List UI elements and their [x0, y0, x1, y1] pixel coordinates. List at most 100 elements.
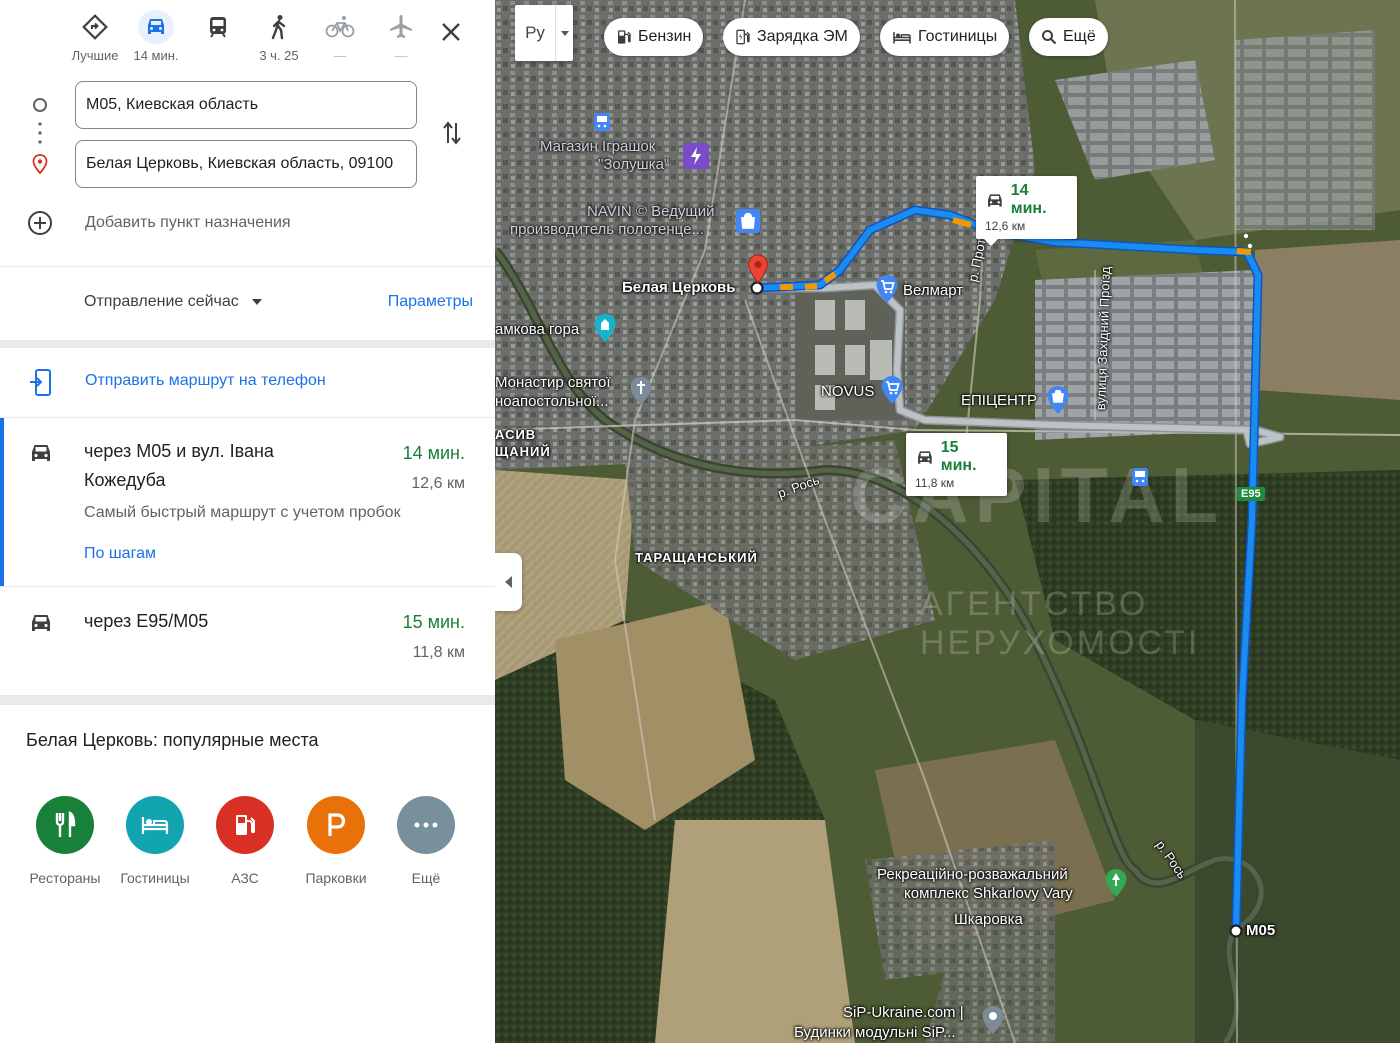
callout-time: 15 мин. [940, 439, 977, 474]
mode-label: 14 мин. [133, 48, 179, 63]
destination-input[interactable] [75, 140, 417, 188]
satellite-map[interactable]: CAPITAL АГЕНТСТВО НЕРУХОМОСТІ [495, 0, 1400, 1043]
category-label: Гостиницы [120, 870, 190, 886]
origin-circle-icon [32, 97, 48, 118]
poi-label: Рекреаційно-розважальний [877, 866, 1068, 883]
fast-route-callout[interactable]: 14 мин. 12,6 км [976, 176, 1077, 246]
mode-bike[interactable]: — [305, 10, 375, 63]
chip-more[interactable]: Ещё [1029, 18, 1108, 56]
departure-time-dropdown[interactable]: Отправление сейчас [84, 293, 263, 311]
chip-gas[interactable]: Бензин [604, 18, 704, 56]
waypoints-section: Добавить пункт назначения [0, 80, 495, 250]
e95-road-shield: E95 [1237, 487, 1265, 501]
grocery-pin-icon[interactable] [875, 274, 899, 309]
chip-label: Бензин [638, 28, 692, 45]
gas-station-icon [618, 30, 631, 44]
more-icon [397, 796, 455, 854]
recreation-pin-icon[interactable] [1104, 868, 1128, 903]
poi-label: SiP-Ukraine.com | [843, 1004, 964, 1021]
category-label: Ещё [411, 870, 441, 886]
category-label: Рестораны [29, 870, 101, 886]
district-label: АСИВ [495, 427, 537, 442]
chip-hotels[interactable]: Гостиницы [880, 18, 1010, 56]
map-layer-language-button[interactable]: Ру [515, 5, 573, 61]
category-parking-button[interactable]: Парковки [291, 796, 381, 886]
route-steps-link[interactable]: По шагам [84, 545, 156, 563]
car-icon [988, 193, 1002, 207]
category-label: Парковки [305, 870, 367, 886]
poi-label: ЕПІЦЕНТР [961, 392, 1038, 409]
add-destination-button[interactable]: Добавить пункт назначения [27, 210, 291, 236]
route-via: через М05 и вул. Івана Кожедуба [84, 441, 274, 490]
mode-transit[interactable] [183, 10, 253, 48]
chip-label: Гостиницы [918, 28, 998, 45]
close-icon [442, 23, 460, 41]
route-via: через E95/M05 [84, 611, 209, 631]
chevron-left-icon [504, 576, 512, 588]
send-to-phone-row[interactable]: Отправить маршрут на телефон [0, 348, 495, 418]
close-directions-button[interactable] [437, 18, 465, 46]
shopping-pin-icon[interactable] [735, 208, 761, 239]
poi-label: амкова гора [495, 321, 580, 338]
bike-icon [320, 10, 360, 44]
m05-road-label: M05 [1246, 922, 1276, 939]
toy-store-pin-icon[interactable] [682, 142, 710, 175]
poi-label: "Золушка" [598, 156, 670, 173]
category-restaurants-button[interactable]: Рестораны [20, 796, 110, 886]
mode-flight[interactable]: — [366, 10, 436, 63]
poi-label: Будинки модульні SiP... [794, 1024, 956, 1041]
poi-label: производитель полотенце... [510, 221, 704, 238]
route-time: 14 мин. [402, 443, 465, 463]
route-description: Самый быстрый маршрут с учетом пробок [84, 504, 401, 521]
maps-directions-screen: Лучшие 14 мин. 3 ч. 25 — — М05, Киевская… [0, 0, 1400, 1043]
mode-label: — [394, 48, 408, 63]
poi-label: NOVUS [821, 383, 875, 400]
ev-charging-icon [736, 29, 750, 45]
route-dots-icon [38, 121, 42, 154]
village-label: Шкаровка [954, 911, 1023, 928]
landmark-pin-icon[interactable] [593, 313, 617, 348]
category-more-button[interactable]: Ещё [381, 796, 471, 886]
chip-ev-charging[interactable]: Зарядка ЭМ [723, 18, 860, 56]
hotel-icon [126, 796, 184, 854]
mode-best[interactable]: Лучшие [60, 10, 130, 63]
section-divider [0, 695, 495, 705]
flight-icon [381, 10, 421, 44]
collapse-panel-button[interactable] [495, 553, 522, 611]
gas-station-icon [216, 796, 274, 854]
church-pin-icon[interactable] [629, 376, 653, 411]
route-options-link[interactable]: Параметры [388, 293, 473, 311]
route-option-1[interactable]: через М05 и вул. Івана Кожедуба 14 мин. … [0, 418, 495, 586]
shopping-pin-icon[interactable] [1046, 385, 1070, 420]
transit-stop-icon[interactable] [1131, 467, 1149, 492]
mode-walk[interactable]: 3 ч. 25 [244, 10, 314, 63]
grocery-pin-icon[interactable] [880, 375, 904, 410]
mode-car[interactable]: 14 мин. [121, 10, 191, 63]
transit-icon [198, 10, 238, 44]
poi-label: комплекс Shkarlovy Vary [904, 885, 1073, 902]
alt-route-callout[interactable]: 15 мин. 11,8 км [906, 433, 1007, 496]
popular-places-title: Белая Церковь: популярные места [26, 730, 319, 750]
callout-tail [984, 239, 998, 246]
add-destination-label: Добавить пункт назначения [85, 214, 291, 231]
mode-label: 3 ч. 25 [259, 48, 299, 63]
swap-waypoints-button[interactable] [440, 118, 464, 148]
car-icon [918, 450, 932, 464]
destination-pin-icon [32, 154, 48, 179]
caret-down-icon [251, 299, 262, 305]
category-gas-stations-button[interactable]: АЗС [200, 796, 290, 886]
route-distance: 11,8 км [412, 644, 465, 661]
car-icon [28, 612, 54, 639]
divider [0, 266, 495, 267]
destination-pin-icon[interactable] [747, 254, 769, 289]
send-to-phone-icon [28, 368, 54, 403]
category-label: АЗС [231, 870, 259, 886]
callout-time: 14 мин. [1010, 182, 1047, 217]
route-option-2[interactable]: через E95/M05 15 мин. 11,8 км [0, 587, 495, 695]
chip-label: Зарядка ЭМ [757, 28, 848, 45]
poi-label: Велмарт [903, 282, 964, 299]
category-hotels-button[interactable]: Гостиницы [110, 796, 200, 886]
business-pin-icon[interactable] [981, 1005, 1005, 1040]
transit-stop-icon[interactable] [593, 112, 611, 137]
origin-input[interactable] [75, 81, 417, 129]
